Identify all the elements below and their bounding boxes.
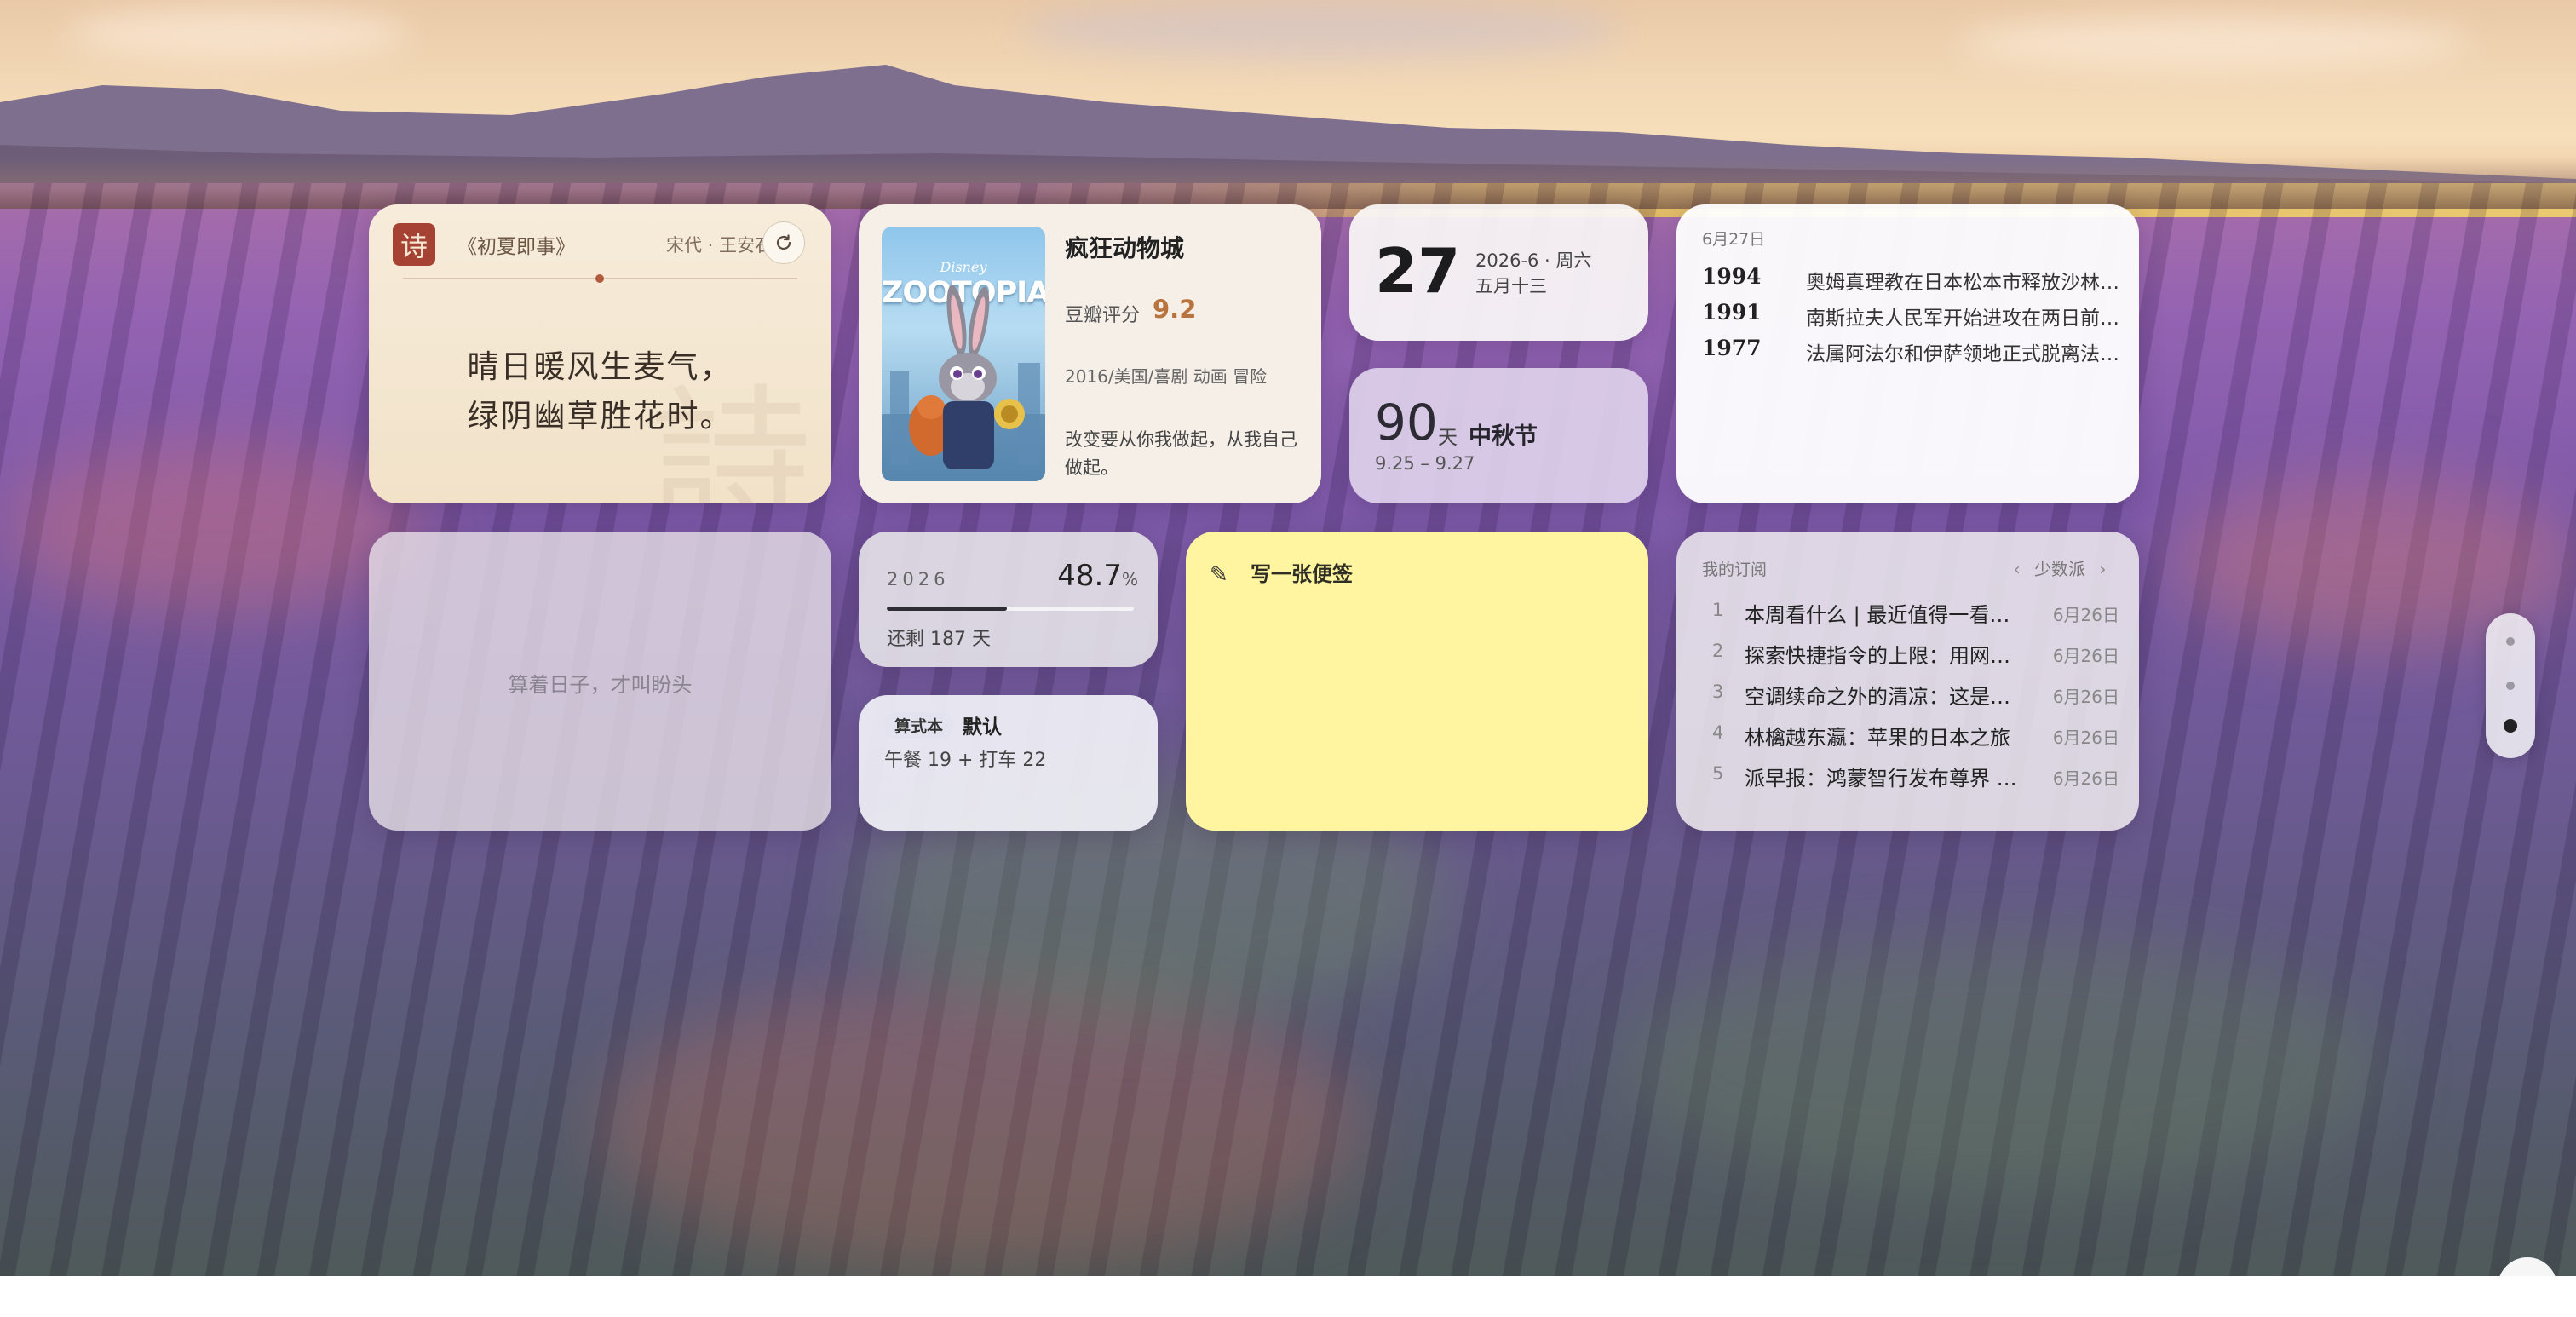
sticky-note-widget[interactable]: ✎ 写一张便签 [1186, 532, 1648, 831]
history-year: 1991 [1702, 300, 1762, 325]
flower-glow [0, 443, 426, 613]
rss-item[interactable]: 5 派早报：鸿蒙智行发布尊界 S8... 6月26日 [1702, 762, 2119, 796]
history-date: 6月27日 [1702, 230, 1766, 249]
pencil-icon: ✎ [1210, 562, 1228, 588]
rss-item-title: 派早报：鸿蒙智行发布尊界 S8... [1745, 767, 2026, 791]
history-year: 1994 [1702, 264, 1762, 289]
refresh-icon [776, 234, 791, 250]
rss-item-date: 6月26日 [2052, 646, 2119, 666]
flower-glow [596, 980, 1363, 1269]
movie-title: 疯狂动物城 [1065, 234, 1185, 262]
rss-item-index: 5 [1712, 763, 1724, 784]
empty-countdown-text: 算着日子，才叫盼头 [508, 673, 693, 697]
note-placeholder[interactable]: 写一张便签 [1251, 557, 1353, 587]
history-event: 南斯拉夫人民军开始进攻在两日前宣布独立的斯洛文尼亚 [1806, 308, 2138, 330]
movie-quote: 改变要从你我做起，从我自己做起。 [1065, 429, 1297, 478]
refresh-button[interactable] [762, 221, 805, 264]
page-dot[interactable] [2506, 682, 2515, 690]
rss-item[interactable]: 3 空调续命之外的清凉：这是我... 6月26日 [1702, 680, 2119, 714]
countdown-festival: 中秋节 [1469, 423, 1538, 450]
year-remaining: 还剩 187 天 [887, 629, 991, 650]
calculator-notebook-widget[interactable]: 算式本 默认 午餐 19 + 打车 22 [859, 695, 1158, 831]
rss-item-title: 本周看什么 | 最近值得一看的 1... [1745, 603, 2026, 627]
date-day: 27 [1375, 235, 1461, 307]
poem-divider-dot [595, 274, 604, 283]
subscription-widget[interactable]: 我的订阅 ‹ 少数派 › 1 本周看什么 | 最近值得一看的 1... 6月26… [1676, 532, 2139, 831]
year-percent: 48.7% [1044, 559, 1138, 593]
year-label: 2026 [887, 569, 950, 589]
chevron-left-icon[interactable]: ‹ [2014, 559, 2021, 579]
chevron-right-icon[interactable]: › [2099, 559, 2106, 579]
rss-item-index: 4 [1712, 722, 1724, 743]
corner-button[interactable] [2498, 1257, 2557, 1317]
rss-item-date: 6月26日 [2052, 687, 2119, 707]
poem-title: 《初夏即事》 [457, 236, 575, 258]
movie-poster: Disney ZOOTOPIA [882, 227, 1045, 481]
rss-item-index: 2 [1712, 641, 1724, 661]
rabbit-illustration [882, 285, 1045, 481]
poem-line: 绿阴幽草胜花时。 [467, 398, 733, 434]
date-year-month-weekday: 2026-6 · 周六 [1475, 250, 1592, 271]
rss-source-switcher[interactable]: ‹ 少数派 › [2000, 555, 2119, 580]
year-progress-widget[interactable]: 2026 48.7% 还剩 187 天 [859, 532, 1158, 667]
poem-author: 宋代 · 王安石 [665, 235, 773, 256]
history-year: 1977 [1702, 336, 1762, 360]
year-progress-track [887, 607, 1134, 611]
poem-seal: 诗 [393, 223, 435, 266]
rss-item-index: 1 [1712, 600, 1724, 620]
percent-sign: % [1121, 569, 1138, 589]
history-event: 法属阿法尔和伊萨领地正式脱离法国独立 [1806, 343, 2138, 365]
calc-tag: 算式本 [884, 712, 954, 739]
poem-widget[interactable]: 詩 诗 《初夏即事》 宋代 · 王安石 晴日暖风生麦气， 绿阴幽草胜花时。 [369, 204, 831, 503]
rating-label: 豆瓣评分 [1065, 305, 1141, 326]
rss-item-index: 3 [1712, 682, 1724, 702]
page-dot[interactable] [2506, 637, 2515, 646]
countdown-days: 90 [1375, 394, 1438, 451]
rss-item[interactable]: 1 本周看什么 | 最近值得一看的 1... 6月26日 [1702, 598, 2119, 632]
date-widget[interactable]: 27 2026-6 · 周六 五月十三 [1349, 204, 1648, 341]
movie-meta: 2016/美国/喜剧 动画 冒险 [1065, 366, 1268, 387]
calc-expression: 午餐 19 + 打车 22 [884, 750, 1047, 771]
rss-item-title: 空调续命之外的清凉：这是我... [1745, 685, 2026, 709]
rss-source-name: 少数派 [2034, 559, 2085, 579]
countdown-range: 9.25 – 9.27 [1375, 453, 1475, 474]
calc-name: 默认 [963, 716, 1002, 739]
page-indicator[interactable] [2486, 613, 2535, 758]
rss-item-date: 6月26日 [2052, 768, 2119, 789]
year-percent-value: 48.7 [1057, 559, 1122, 593]
rss-item-date: 6月26日 [2052, 605, 2119, 625]
history-event: 奥姆真理教在日本松本市释放沙林毒气事件 [1806, 272, 2138, 294]
rss-item[interactable]: 2 探索快捷指令的上限：用网页... 6月26日 [1702, 639, 2119, 673]
rss-item-title: 林檎越东瀛：苹果的日本之旅 [1745, 726, 2010, 750]
festival-countdown-widget[interactable]: 90 天 中秋节 9.25 – 9.27 [1349, 368, 1648, 503]
year-progress-fill [887, 607, 1008, 611]
rss-item-title: 探索快捷指令的上限：用网页... [1745, 644, 2026, 668]
page-dot-active[interactable] [2504, 719, 2517, 733]
rss-header: 我的订阅 [1702, 561, 1768, 579]
countdown-unit: 天 [1438, 427, 1458, 449]
date-lunar: 五月十三 [1475, 276, 1547, 296]
green-stems [1619, 937, 2385, 1193]
movie-widget[interactable]: Disney ZOOTOPIA 疯狂动物城 豆瓣评分 9.2 2016/美国/喜… [859, 204, 1321, 503]
rss-item[interactable]: 4 林檎越东瀛：苹果的日本之旅 6月26日 [1702, 721, 2119, 755]
rating-value: 9.2 [1153, 295, 1197, 324]
poem-line: 晴日暖风生麦气， [467, 348, 733, 385]
rss-item-date: 6月26日 [2052, 728, 2119, 748]
today-in-history-widget[interactable]: 6月27日 1994 奥姆真理教在日本松本市释放沙林毒气事件 1991 南斯拉夫… [1676, 204, 2139, 503]
custom-countdown-widget[interactable]: 算着日子，才叫盼头 [369, 532, 831, 831]
